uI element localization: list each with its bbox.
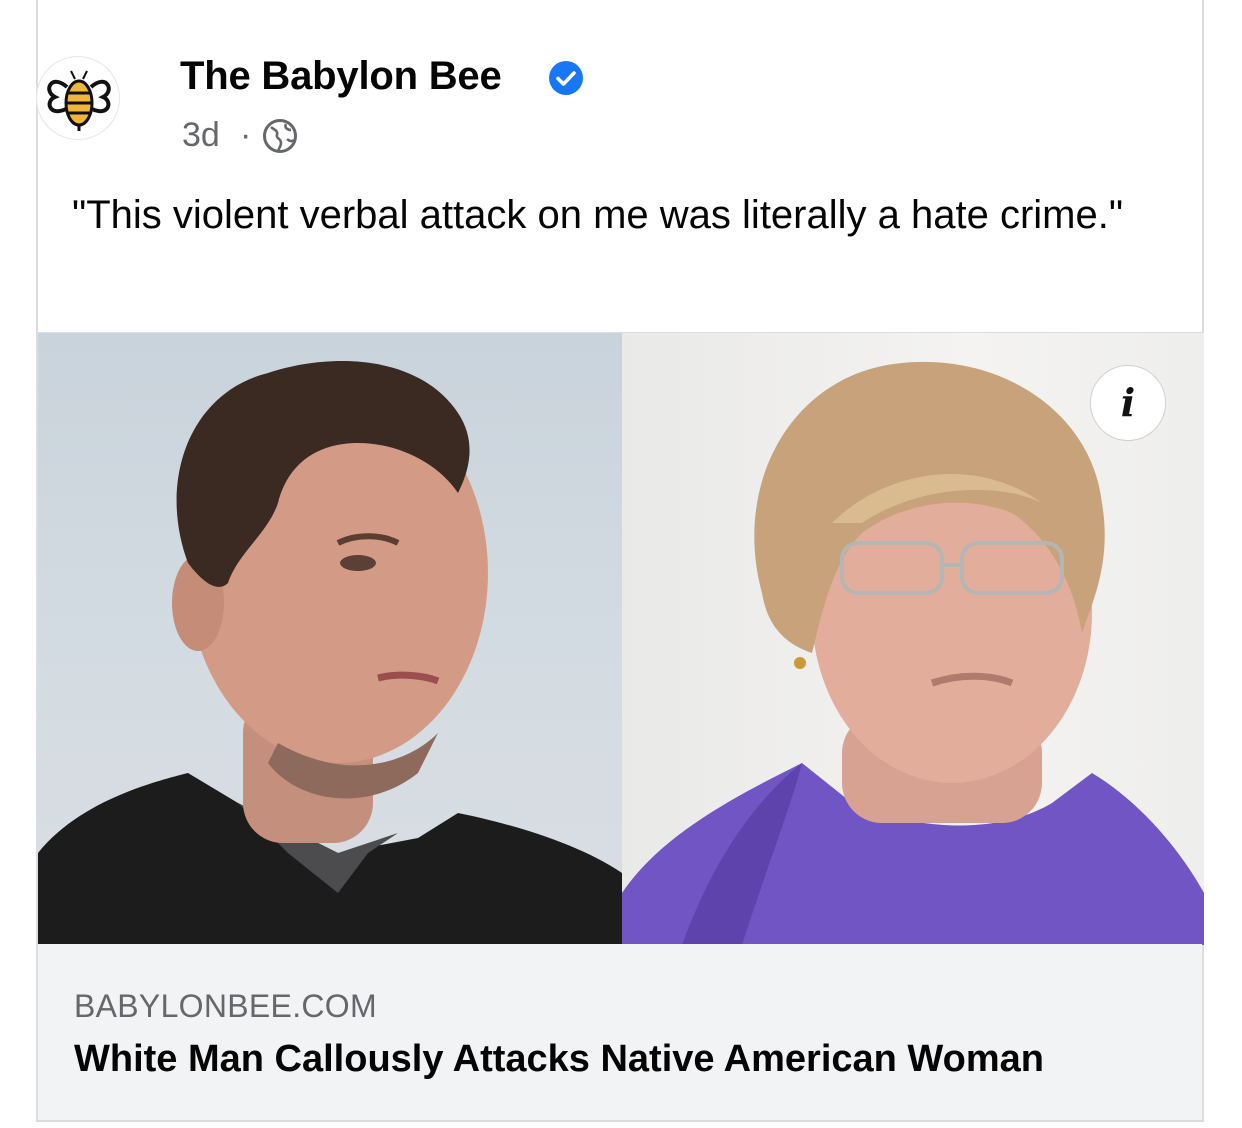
page-name-link[interactable]: The Babylon Bee (180, 54, 502, 99)
link-image[interactable]: i (38, 332, 1204, 945)
photo-left-man (38, 333, 622, 945)
babylon-bee-logo-icon (47, 70, 111, 131)
link-headline[interactable]: White Man Callously Attacks Native Ameri… (74, 1038, 1044, 1081)
verified-badge-icon (549, 61, 583, 95)
info-button[interactable]: i (1090, 365, 1166, 441)
man-portrait-illustration (38, 361, 622, 945)
photo-right-woman: i (622, 333, 1204, 945)
link-preview-card[interactable]: BABYLONBEE.COM White Man Callously Attac… (38, 944, 1202, 1120)
post-timestamp[interactable]: 3d (182, 116, 220, 155)
globe-icon[interactable] (262, 118, 298, 154)
link-domain: BABYLONBEE.COM (74, 988, 377, 1024)
post-caption: "This violent verbal attack on me was li… (72, 193, 1124, 237)
page-avatar[interactable] (36, 56, 120, 140)
meta-separator: · (240, 116, 252, 154)
